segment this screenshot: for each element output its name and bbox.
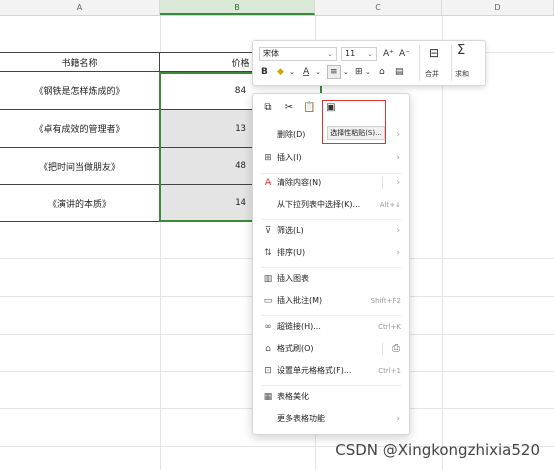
chevron-down-icon[interactable]: ⌄ [365,66,371,78]
cell-format-icon: ⊡ [264,366,272,376]
menu-item-pick-from-list[interactable]: 从下拉列表中选择(K)... Alt+↓ [253,195,409,215]
chevron-down-icon[interactable]: ⌄ [289,66,295,78]
menu-item-hyperlink[interactable]: ∞ 超链接(H)... Ctrl+K [253,317,409,337]
menu-item-label: 超链接(H)... [277,322,321,331]
sum-button[interactable]: 求和 [455,69,469,79]
format-painter-icon: ⌂ [265,344,271,354]
font-grow-button[interactable]: A⁺ [383,48,394,60]
column-header-a[interactable]: A [0,0,160,15]
chevron-down-icon: ⌄ [327,50,333,58]
column-header-c[interactable]: C [315,0,442,15]
fill-color-icon[interactable]: ◆ [277,66,284,78]
format-painter-icon[interactable]: ⌂ [379,66,385,78]
menu-item-label: 插入批注(M) [277,296,323,305]
chevron-right-icon: › [396,153,400,163]
paste-special-button[interactable]: 选择性粘贴(S)... [327,126,385,140]
font-family-select[interactable]: 宋体 ⌄ [259,47,337,61]
table-row-name[interactable]: 《卓有成效的管理者》 [0,110,160,148]
column-header: A B C D [0,0,554,16]
table-row-name[interactable]: 《钢铁是怎样炼成的》 [0,72,160,110]
mini-toolbar: 宋体 ⌄ 11 ⌄ A⁺ A⁻ ⊟ Σ B ◆ ⌄ A ⌄ ≡ ⌄ ⊞ ⌄ ⌂ ▤ … [252,40,486,86]
font-color-icon[interactable]: A [303,66,309,78]
font-size-select[interactable]: 11 ⌄ [341,47,377,61]
chevron-right-icon: › [396,226,400,236]
menu-item-insert-comment[interactable]: ▭ 插入批注(M) Shift+F2 [253,291,409,311]
menu-item-shortcut: Alt+↓ [379,201,401,209]
context-menu: ⧉ ✂ 📋 ▣ 删除(D) › ⊞ 插入(I) › A̶ 清除内容(N) › 从… [252,93,410,435]
clear-icon: A̶ [264,178,272,188]
column-header-b[interactable]: B [160,0,315,15]
column-header-d[interactable]: D [442,0,554,15]
align-center-button[interactable]: ≡ [327,65,341,79]
menu-item-clear-content[interactable]: A̶ 清除内容(N) › [253,173,409,193]
menu-item-label: 筛选(L) [277,226,304,235]
merge-button[interactable]: 合并 [425,69,439,79]
header-cell-name[interactable]: 书籍名称 [0,53,160,72]
chevron-down-icon[interactable]: ⌄ [315,66,321,78]
menu-item-label: 格式刷(O) [277,344,314,353]
chevron-right-icon: › [396,248,400,258]
insert-icon: ⊞ [264,153,272,163]
chevron-right-icon: › [396,178,400,188]
cell-format-icon[interactable]: ▤ [395,66,404,78]
cut-icon[interactable]: ✂ [283,102,295,114]
chevron-down-icon[interactable]: ⌄ [343,66,349,78]
menu-item-label: 清除内容(N) [277,178,322,187]
paste-special-highlight: 选择性粘贴(S)... [322,100,386,144]
menu-item-label: 排序(U) [277,248,306,257]
table-style-icon: ▦ [263,392,273,402]
link-icon: ∞ [264,322,272,332]
menu-item-cell-format[interactable]: ⊡ 设置单元格格式(F)... Ctrl+1 [253,361,409,381]
comment-icon: ▭ [263,296,273,306]
menu-item-insert[interactable]: ⊞ 插入(I) › [253,148,409,168]
chevron-down-icon: ⌄ [367,50,373,58]
menu-item-label: 插入(I) [277,153,302,162]
menu-item-table-beautify[interactable]: ▦ 表格美化 [253,387,409,407]
menu-item-label: 设置单元格格式(F)... [277,366,352,375]
menu-item-label: 删除(D) [277,130,306,139]
chevron-right-icon: › [396,130,400,140]
menu-item-shortcut: Ctrl+1 [378,367,401,375]
menu-item-more-table[interactable]: 更多表格功能 › [253,409,409,429]
table-border-icon[interactable]: ⊟ [429,47,439,59]
font-shrink-button[interactable]: A⁻ [399,48,410,60]
watermark: CSDN @Xingkongzhixia520 [335,441,540,459]
menu-item-label: 从下拉列表中选择(K)... [277,200,361,209]
menu-item-format-painter[interactable]: ⌂ 格式刷(O) ⎙ [253,339,409,359]
table-row-name[interactable]: 《把时间当做朋友》 [0,148,160,185]
border-icon[interactable]: ⊞ [355,66,363,78]
menu-item-label: 更多表格功能 [277,414,325,423]
menu-item-filter[interactable]: ⊽ 筛选(L) › [253,221,409,241]
menu-item-shortcut: Ctrl+K [378,323,401,331]
table-row-name[interactable]: 《演讲的本质》 [0,185,160,222]
filter-icon: ⊽ [264,226,272,236]
copy-icon[interactable]: ⧉ [262,102,274,114]
sum-icon[interactable]: Σ [457,44,465,57]
chevron-right-icon: › [396,414,400,424]
menu-item-label: 表格美化 [277,392,309,401]
menu-item-shortcut: Shift+F2 [370,297,401,305]
menu-item-label: 插入图表 [277,274,309,283]
bold-button[interactable]: B [261,66,268,78]
format-painter-lock-icon[interactable]: ⎙ [392,339,400,359]
menu-item-sort[interactable]: ⇅ 排序(U) › [253,243,409,263]
paste-icon[interactable]: 📋 [303,102,315,114]
menu-item-insert-chart[interactable]: ▥ 插入图表 [253,269,409,289]
chart-icon: ▥ [263,274,273,284]
sort-icon: ⇅ [264,248,272,258]
